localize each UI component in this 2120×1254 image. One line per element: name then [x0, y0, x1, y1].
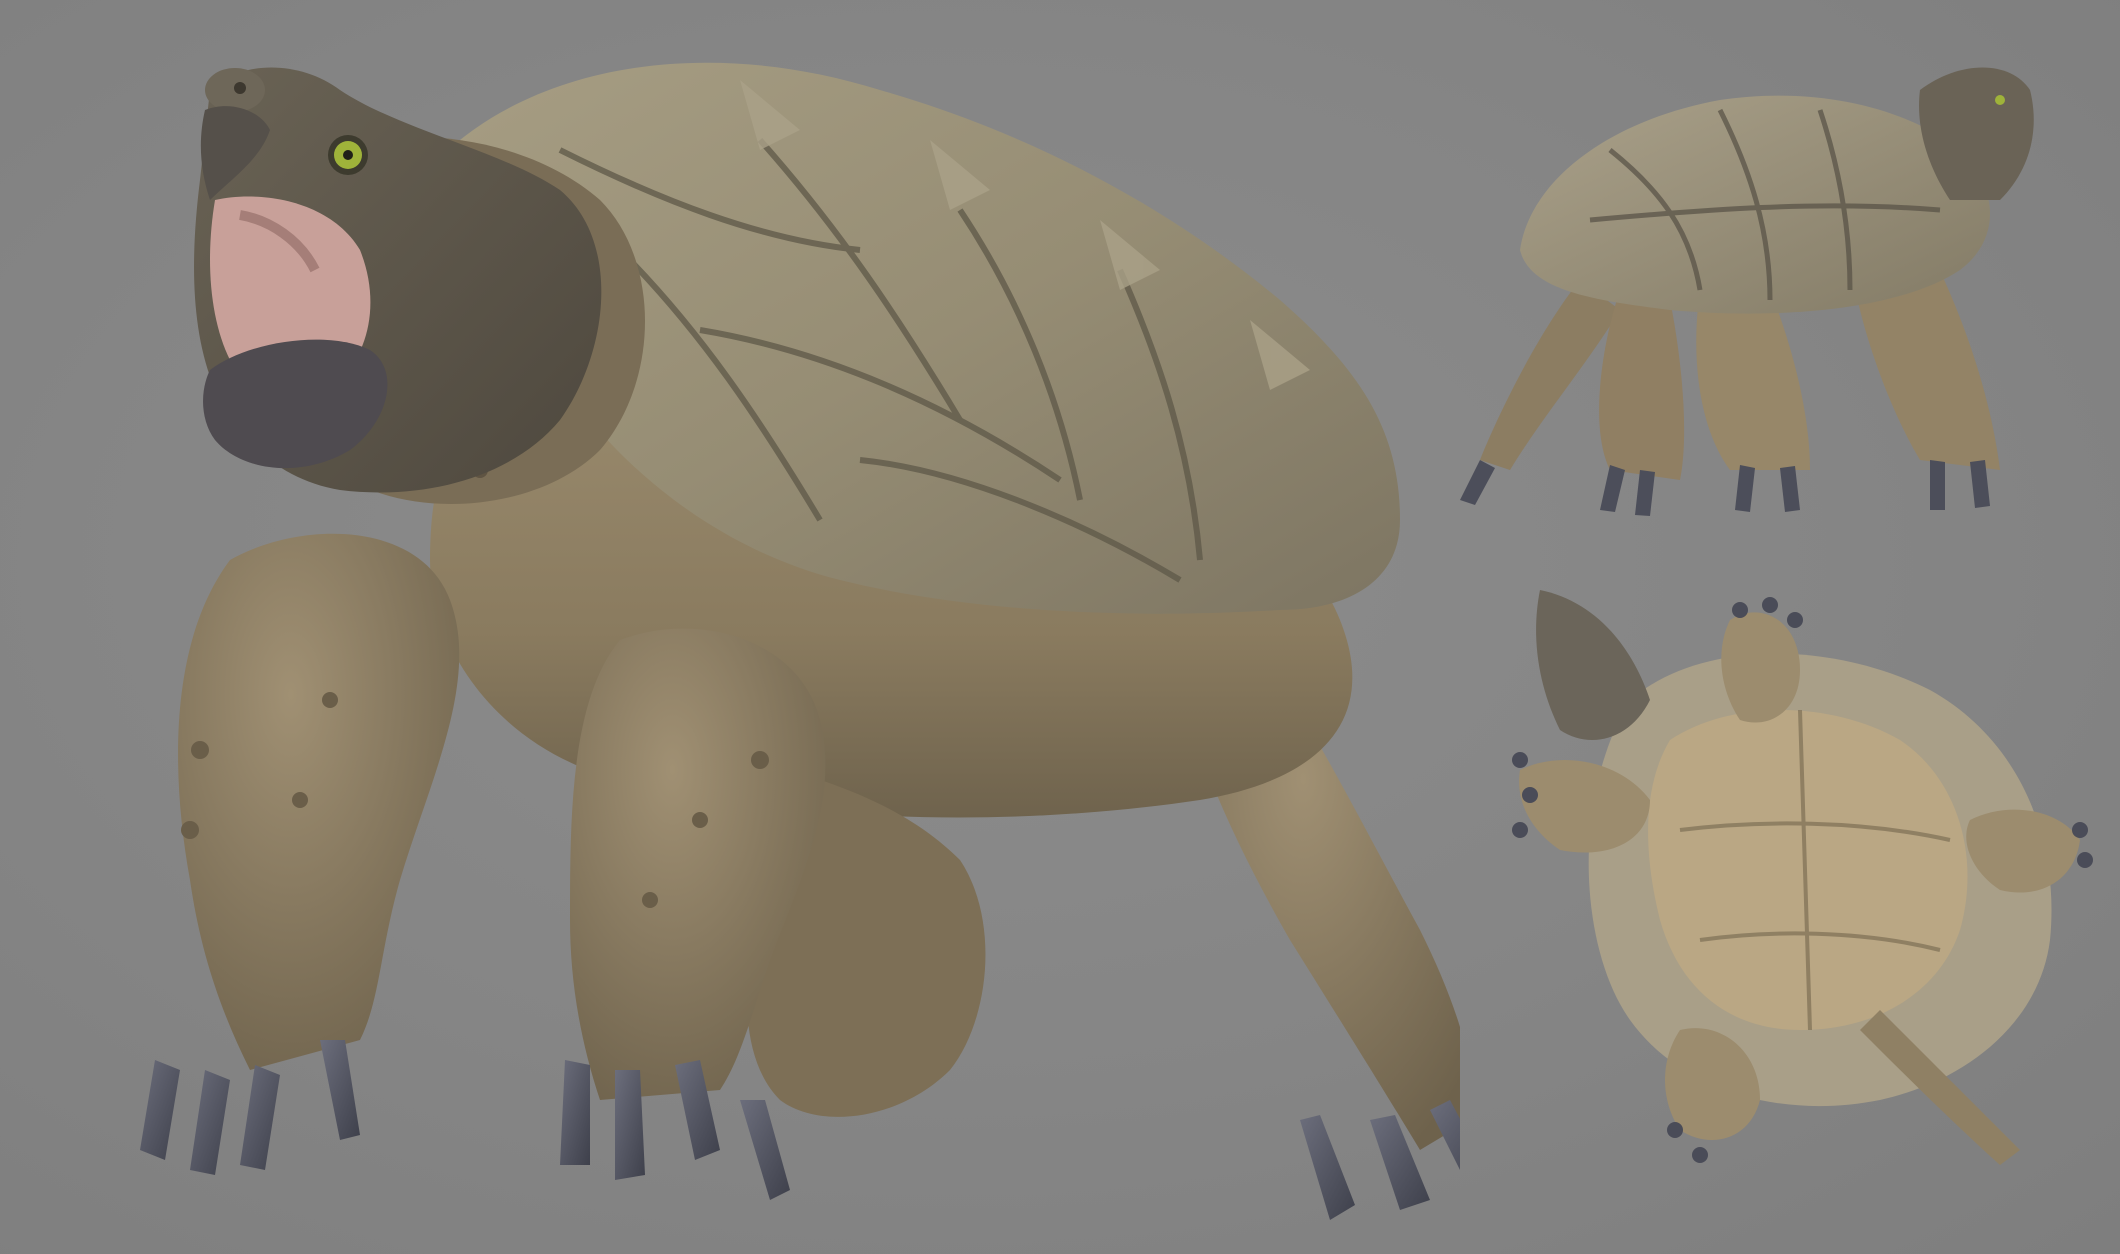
top-eye-icon [1995, 95, 2005, 105]
main-turtle-illustration [140, 62, 1460, 1220]
rear-right-claws [1300, 1100, 1460, 1220]
front-left-leg [178, 533, 460, 1070]
underside-view [1500, 580, 2100, 1180]
underside-front-right-leg [1721, 612, 1800, 723]
eye-pupil [343, 150, 353, 160]
underside-head [1536, 590, 1650, 740]
middle-leg [1696, 290, 1810, 470]
rear-leg [1599, 290, 1685, 480]
main-turtle-view [0, 0, 1460, 1254]
tail [1480, 280, 1620, 470]
nostril [234, 82, 246, 94]
top-turtle-illustration [1460, 67, 2034, 516]
underside-turtle-illustration [1512, 590, 2093, 1165]
top-claws [1460, 460, 1990, 516]
top-side-view [1440, 30, 2040, 530]
render-canvas [0, 0, 2120, 1254]
